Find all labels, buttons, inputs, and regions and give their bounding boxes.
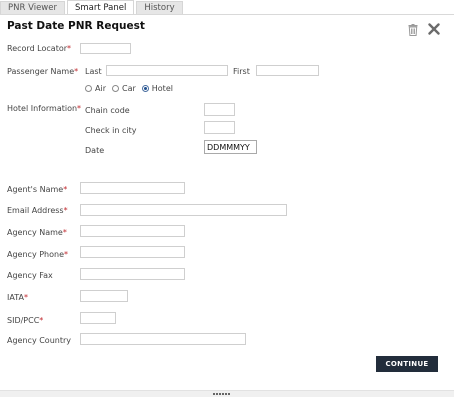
required-mark: * <box>23 293 28 302</box>
sid-pcc-label: SID/PCC* <box>7 316 43 325</box>
tab-pnr-viewer[interactable]: PNR Viewer <box>0 1 65 14</box>
tab-smart-panel[interactable]: Smart Panel <box>67 0 135 14</box>
agency-phone-label: Agency Phone* <box>7 250 68 259</box>
record-locator-label-text: Record Locator <box>7 44 68 53</box>
booking-type-radio-group: Air Car Hotel <box>85 84 179 93</box>
agency-name-label-text: Agency Name <box>7 228 63 237</box>
email-address-input[interactable] <box>80 204 287 216</box>
agency-name-input[interactable] <box>80 225 185 237</box>
first-name-input[interactable] <box>256 65 319 76</box>
check-in-city-input[interactable] <box>204 121 235 134</box>
agents-name-label-text: Agent's Name <box>7 185 64 194</box>
smart-panel-window: PNR Viewer Smart Panel History Past Date… <box>0 0 454 397</box>
tab-bar: PNR Viewer Smart Panel History <box>0 0 183 14</box>
resize-bar[interactable] <box>0 390 454 397</box>
iata-input[interactable] <box>80 290 128 302</box>
close-icon[interactable] <box>428 23 440 35</box>
resize-grip-icon[interactable] <box>213 393 233 395</box>
radio-option-air[interactable]: Air <box>85 84 106 93</box>
passenger-name-label-text: Passenger Name <box>7 67 75 76</box>
radio-option-car[interactable]: Car <box>111 84 136 93</box>
radio-hotel-label: Hotel <box>151 84 173 93</box>
agency-country-label: Agency Country <box>7 336 71 345</box>
agents-name-input[interactable] <box>80 182 185 194</box>
hotel-information-label-text: Hotel Information <box>7 104 78 113</box>
continue-button[interactable]: CONTINUE <box>376 356 438 372</box>
record-locator-label: Record Locator* <box>7 44 71 53</box>
passenger-name-label: Passenger Name* <box>7 67 78 76</box>
required-mark: * <box>63 206 68 215</box>
form-panel: Past Date PNR Request Record Locator* Pa… <box>0 14 454 390</box>
radio-option-hotel[interactable]: Hotel <box>141 84 173 93</box>
panel-title: Past Date PNR Request <box>7 20 145 32</box>
check-in-city-label: Check in city <box>85 126 137 135</box>
radio-air-button[interactable] <box>85 85 92 92</box>
agency-name-label: Agency Name* <box>7 228 67 237</box>
radio-car-button[interactable] <box>111 85 119 92</box>
radio-hotel-button[interactable] <box>141 85 149 92</box>
email-address-label-text: Email Address <box>7 206 64 215</box>
tab-history[interactable]: History <box>136 1 183 14</box>
agents-name-label: Agent's Name* <box>7 185 67 194</box>
iata-label: IATA* <box>7 293 28 302</box>
agency-fax-label: Agency Fax <box>7 271 53 280</box>
record-locator-input[interactable] <box>80 43 131 54</box>
agency-fax-input[interactable] <box>80 268 185 280</box>
required-mark: * <box>77 104 82 113</box>
first-name-label: First <box>233 67 250 76</box>
required-mark: * <box>39 316 44 325</box>
agency-phone-input[interactable] <box>80 246 185 258</box>
last-name-label: Last <box>85 67 102 76</box>
agency-country-input[interactable] <box>80 333 246 345</box>
chain-code-input[interactable] <box>204 103 235 116</box>
email-address-label: Email Address* <box>7 206 68 215</box>
sid-pcc-input[interactable] <box>80 312 116 324</box>
hotel-information-label: Hotel Information* <box>7 104 81 113</box>
required-mark: * <box>67 44 72 53</box>
date-label: Date <box>85 146 105 155</box>
required-mark: * <box>62 228 67 237</box>
radio-car-label: Car <box>121 84 136 93</box>
date-input[interactable] <box>204 140 257 154</box>
radio-air-label: Air <box>95 84 106 93</box>
required-mark: * <box>63 185 68 194</box>
iata-label-text: IATA <box>7 293 24 302</box>
last-name-input[interactable] <box>106 65 228 76</box>
required-mark: * <box>74 67 79 76</box>
sid-pcc-label-text: SID/PCC <box>7 316 40 325</box>
chain-code-label: Chain code <box>85 106 130 115</box>
trash-icon[interactable] <box>408 24 418 36</box>
agency-phone-label-text: Agency Phone <box>7 250 64 259</box>
required-mark: * <box>64 250 68 259</box>
